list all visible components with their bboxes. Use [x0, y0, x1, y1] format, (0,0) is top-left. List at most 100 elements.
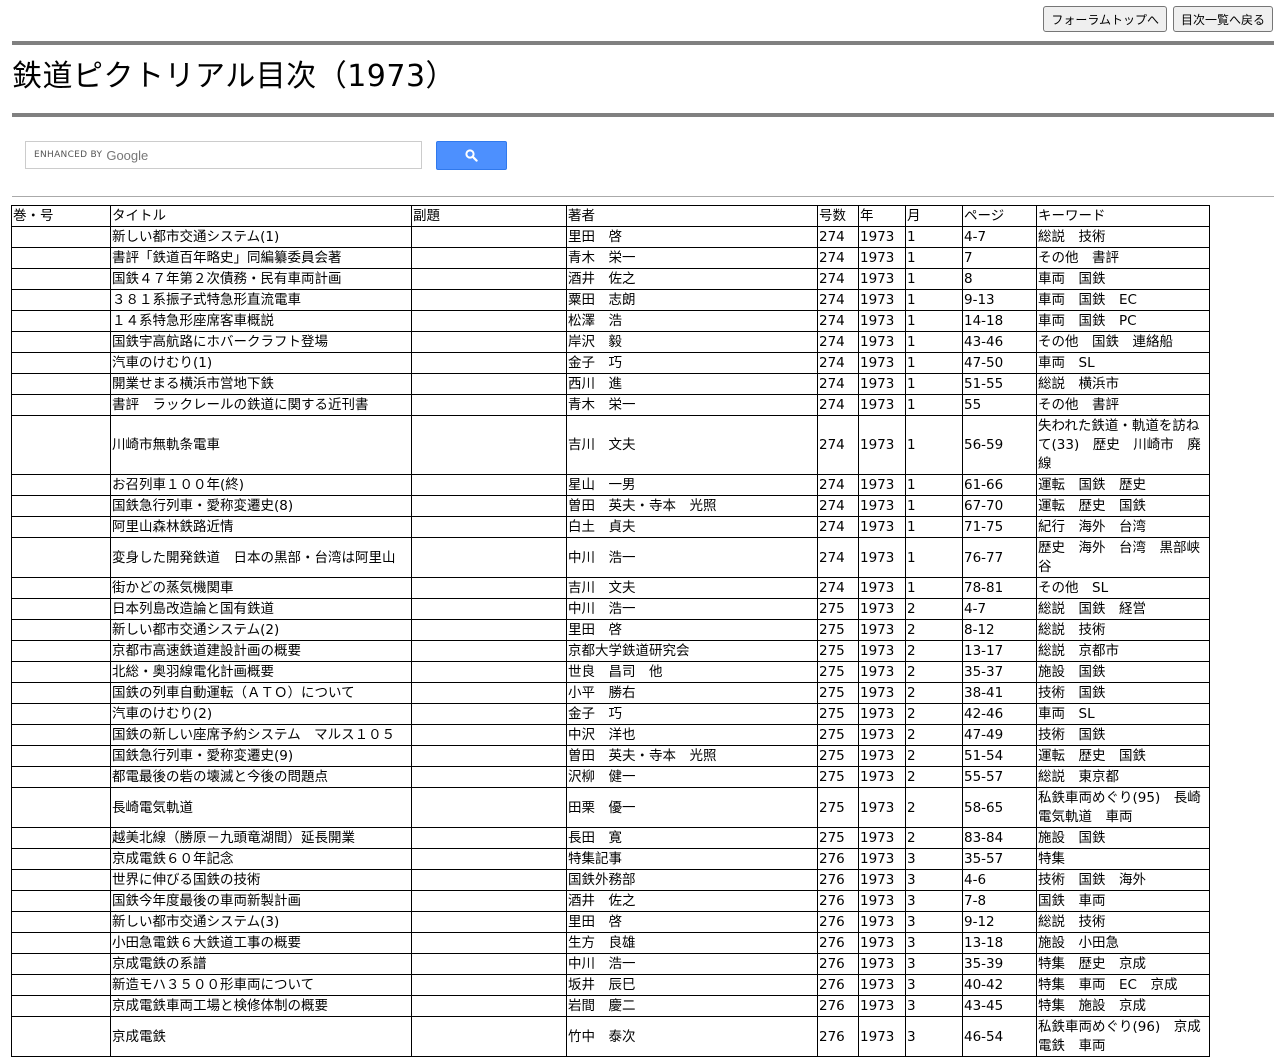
table-cell: 街かどの蒸気機関車 — [110, 577, 412, 599]
table-cell: 技術 国鉄 海外 — [1036, 869, 1210, 891]
table-cell: 星山 一男 — [566, 474, 818, 496]
table-row: 京成電鉄の系譜 中川 浩一 276 1973 3 35-39 特集 歴史 京成 — [11, 953, 1210, 975]
table-cell: 1973 — [858, 268, 906, 290]
table-cell: 38-41 — [962, 682, 1037, 704]
table-cell: 越美北線（勝原－九頭竜湖間）延長開業 — [110, 827, 412, 849]
table-cell: 3 — [905, 953, 963, 975]
table-cell: 1973 — [858, 1016, 906, 1057]
table-cell: 1973 — [858, 331, 906, 353]
table-row: 新しい都市交通システム(3) 里田 啓 276 1973 3 9-12 総説 技術 — [11, 911, 1210, 933]
table-cell: 1 — [905, 289, 963, 311]
table-cell: 車両 国鉄 PC — [1036, 310, 1210, 332]
table-cell: 4-7 — [962, 598, 1037, 620]
table-cell — [11, 703, 111, 725]
table-cell: 1973 — [858, 516, 906, 538]
table-cell: 1973 — [858, 661, 906, 683]
table-cell: 276 — [817, 995, 859, 1017]
table-cell: 42-46 — [962, 703, 1037, 725]
search-input[interactable]: ENHANCED BY Google — [25, 141, 422, 169]
table-cell: 私鉄車両めぐり(95) 長崎電気軌道 車両 — [1036, 787, 1210, 828]
table-cell: 275 — [817, 787, 859, 828]
table-cell: 275 — [817, 745, 859, 767]
table-row: 開業せまる横浜市営地下鉄 西川 進 274 1973 1 51-55 総説 横浜市 — [11, 373, 1210, 395]
table-cell — [11, 848, 111, 870]
table-cell — [411, 247, 567, 269]
forum-top-button[interactable]: フォーラムトップへ — [1043, 6, 1167, 32]
table-row: 京成電鉄車両工場と検修体制の概要 岩間 慶二 276 1973 3 43-45 特集 施設 … — [11, 995, 1210, 1017]
table-cell — [411, 310, 567, 332]
table-cell: 2 — [905, 827, 963, 849]
table-cell: 紀行 海外 台湾 — [1036, 516, 1210, 538]
table-cell: 2 — [905, 745, 963, 767]
table-cell: 技術 国鉄 — [1036, 724, 1210, 746]
toc-list-button[interactable]: 目次一覧へ戻る — [1172, 6, 1273, 32]
column-header: 月 — [905, 205, 963, 227]
table-cell: 金子 巧 — [566, 352, 818, 374]
table-row: 日本列島改造論と国有鉄道 中川 浩一 275 1973 2 4-7 総説 国鉄 経営 — [11, 598, 1210, 620]
table-cell — [11, 495, 111, 517]
table-cell: 276 — [817, 953, 859, 975]
table-cell: 4-6 — [962, 869, 1037, 891]
table-cell: 中沢 洋也 — [566, 724, 818, 746]
table-cell: 47-49 — [962, 724, 1037, 746]
table-cell: 35-39 — [962, 953, 1037, 975]
table-cell: 56-59 — [962, 415, 1037, 475]
table-cell — [411, 766, 567, 788]
table-cell: 274 — [817, 352, 859, 374]
table-cell — [11, 766, 111, 788]
table-cell: 78-81 — [962, 577, 1037, 599]
table-cell: 274 — [817, 373, 859, 395]
search-divider — [12, 196, 1274, 197]
column-header: 巻・号 — [11, 205, 111, 227]
table-cell: 1973 — [858, 827, 906, 849]
table-cell: 曽田 英夫・寺本 光照 — [566, 745, 818, 767]
table-cell: 7-8 — [962, 890, 1037, 912]
table-cell: 1973 — [858, 310, 906, 332]
table-cell: 71-75 — [962, 516, 1037, 538]
table-cell — [411, 415, 567, 475]
table-cell: 1973 — [858, 995, 906, 1017]
table-cell: 変身した開発鉄道 日本の黒部・台湾は阿里山 — [110, 537, 412, 578]
table-cell: 総説 技術 — [1036, 911, 1210, 933]
table-cell — [411, 640, 567, 662]
table-cell: 国鉄急行列車・愛称変遷史(9) — [110, 745, 412, 767]
table-cell: 3 — [905, 995, 963, 1017]
table-cell: 1 — [905, 331, 963, 353]
table-cell — [11, 352, 111, 374]
table-cell — [411, 598, 567, 620]
table-cell: 2 — [905, 640, 963, 662]
table-row: 世界に伸びる国鉄の技術 国鉄外務部 276 1973 3 4-6 技術 国鉄 海外 — [11, 869, 1210, 891]
table-cell — [11, 724, 111, 746]
table-row: ３８１系振子式特急形直流電車 粟田 志朗 274 1973 1 9-13 車両 国鉄 EC — [11, 289, 1210, 311]
table-row: 国鉄今年度最後の車両新製計画 酒井 佐之 276 1973 3 7-8 国鉄 車両 — [11, 890, 1210, 912]
table-cell — [11, 1016, 111, 1057]
table-row: 新しい都市交通システム(1) 里田 啓 274 1973 1 4-7 総説 技術 — [11, 226, 1210, 248]
column-header: 年 — [858, 205, 906, 227]
table-cell — [411, 373, 567, 395]
table-cell: 1 — [905, 537, 963, 578]
table-cell: 3 — [905, 869, 963, 891]
table-cell: 275 — [817, 640, 859, 662]
table-cell: 274 — [817, 474, 859, 496]
table-cell: 酒井 佐之 — [566, 268, 818, 290]
table-cell: 技術 国鉄 — [1036, 682, 1210, 704]
table-row: 国鉄の新しい座席予約システム マルス１０５ 中沢 洋也 275 1973 2 47-49 技… — [11, 724, 1210, 746]
search-button[interactable] — [436, 141, 507, 170]
table-cell: 国鉄 車両 — [1036, 890, 1210, 912]
table-cell: 274 — [817, 289, 859, 311]
table-cell: 特集 施設 京成 — [1036, 995, 1210, 1017]
google-logo: Google — [106, 147, 149, 163]
table-cell: 私鉄車両めぐり(96) 京成電鉄 車両 — [1036, 1016, 1210, 1057]
table-cell — [411, 995, 567, 1017]
table-cell: 1 — [905, 310, 963, 332]
table-cell: 新造モハ３５００形車両について — [110, 974, 412, 996]
table-cell: 276 — [817, 1016, 859, 1057]
table-cell: 施設 国鉄 — [1036, 827, 1210, 849]
table-cell — [411, 890, 567, 912]
table-cell: 京成電鉄 — [110, 1016, 412, 1057]
table-cell: その他 書評 — [1036, 394, 1210, 416]
table-cell — [11, 577, 111, 599]
table-cell: 274 — [817, 310, 859, 332]
table-cell: 開業せまる横浜市営地下鉄 — [110, 373, 412, 395]
table-cell: 275 — [817, 661, 859, 683]
